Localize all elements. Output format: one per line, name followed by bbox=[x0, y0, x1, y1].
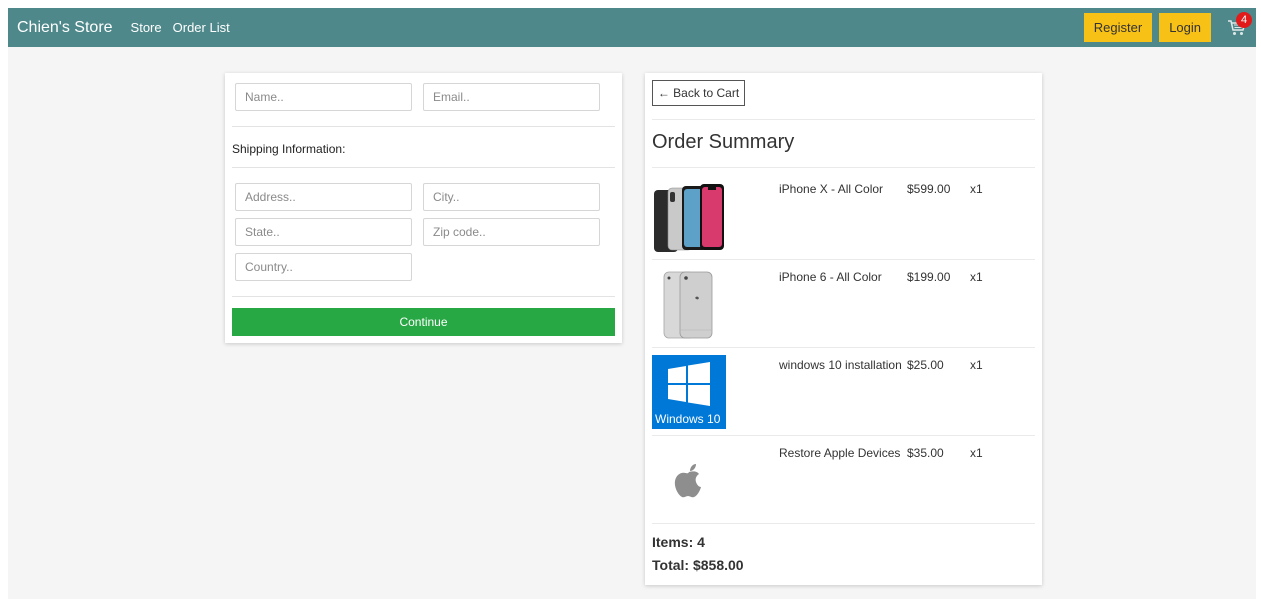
shipping-info-label: Shipping Information: bbox=[232, 142, 346, 156]
item-price: $599.00 bbox=[907, 182, 951, 196]
divider bbox=[232, 126, 615, 127]
login-button[interactable]: Login bbox=[1159, 13, 1211, 42]
divider bbox=[652, 119, 1035, 120]
item-name: Restore Apple Devices bbox=[779, 446, 901, 460]
iphone-x-image bbox=[654, 184, 724, 252]
cart-button[interactable]: 4 bbox=[1218, 8, 1256, 47]
store-brand[interactable]: Chien's Store bbox=[17, 19, 113, 37]
back-to-cart-button[interactable]: ← Back to Cart bbox=[652, 80, 745, 106]
windows-10-image-text: Windows 10 bbox=[655, 412, 721, 426]
nav-link-store[interactable]: Store bbox=[131, 20, 162, 35]
nav-right: Register Login 4 bbox=[1083, 8, 1256, 47]
order-item: iPhone 6 - All Color $199.00 x1 bbox=[652, 261, 1035, 347]
order-item: Restore Apple Devices $35.00 x1 bbox=[652, 437, 1035, 523]
navbar: Chien's Store Store Order List Register … bbox=[8, 8, 1256, 47]
items-count: Items: 4 bbox=[652, 534, 705, 550]
divider bbox=[652, 523, 1035, 524]
item-name: windows 10 installation bbox=[779, 358, 902, 372]
city-input[interactable] bbox=[423, 183, 600, 211]
country-input[interactable] bbox=[235, 253, 412, 281]
email-input[interactable] bbox=[423, 83, 600, 111]
item-quantity: x1 bbox=[970, 270, 983, 284]
item-price: $25.00 bbox=[907, 358, 944, 372]
divider bbox=[232, 296, 615, 297]
register-button[interactable]: Register bbox=[1083, 13, 1153, 42]
windows-10-image: Windows 10 bbox=[652, 355, 726, 429]
item-quantity: x1 bbox=[970, 358, 983, 372]
zip-code-input[interactable] bbox=[423, 218, 600, 246]
name-input[interactable] bbox=[235, 83, 412, 111]
continue-button[interactable]: Continue bbox=[232, 308, 615, 336]
item-name: iPhone 6 - All Color bbox=[779, 270, 882, 284]
item-price: $35.00 bbox=[907, 446, 944, 460]
divider bbox=[652, 347, 1035, 348]
order-total: Total: $858.00 bbox=[652, 557, 744, 573]
page-background bbox=[8, 8, 1256, 599]
address-input[interactable] bbox=[235, 183, 412, 211]
order-summary-title: Order Summary bbox=[652, 131, 795, 153]
item-quantity: x1 bbox=[970, 446, 983, 460]
state-input[interactable] bbox=[235, 218, 412, 246]
shipping-form-card: Shipping Information: Continue bbox=[225, 73, 622, 343]
divider bbox=[652, 259, 1035, 260]
apple-logo-image bbox=[674, 464, 701, 498]
order-item: Windows 10 windows 10 installation $25.0… bbox=[652, 349, 1035, 435]
item-name: iPhone X - All Color bbox=[779, 182, 884, 196]
divider bbox=[652, 435, 1035, 436]
divider bbox=[652, 167, 1035, 168]
nav-link-order-list[interactable]: Order List bbox=[173, 20, 230, 35]
iphone-6-image bbox=[663, 271, 713, 339]
order-item: iPhone X - All Color $599.00 x1 bbox=[652, 173, 1035, 259]
divider bbox=[232, 167, 615, 168]
item-price: $199.00 bbox=[907, 270, 951, 284]
order-summary-card: ← Back to Cart Order Summary iPhone X - … bbox=[645, 73, 1042, 585]
cart-count-badge: 4 bbox=[1236, 12, 1252, 28]
item-quantity: x1 bbox=[970, 182, 983, 196]
